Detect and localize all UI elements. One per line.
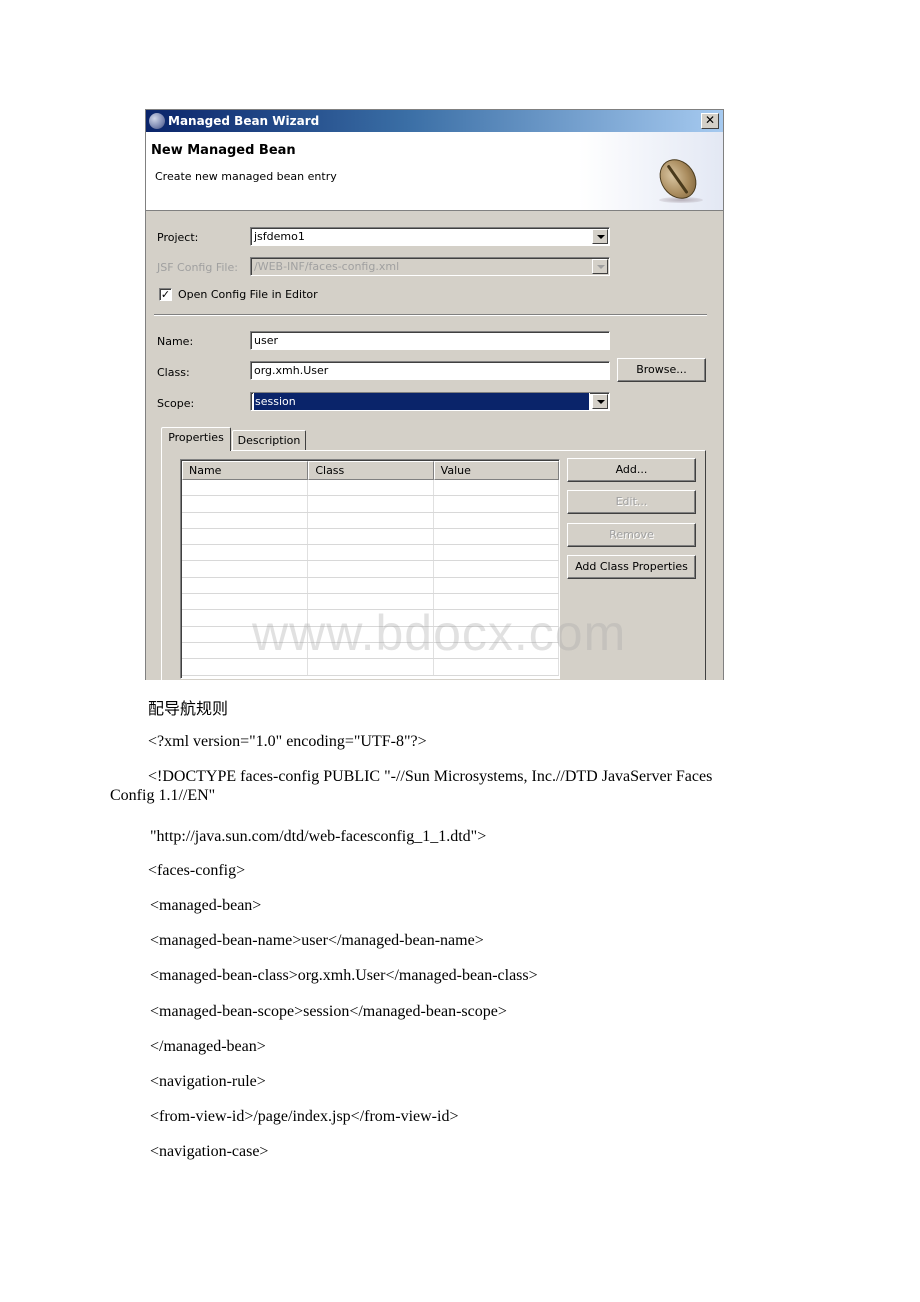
table-cell — [434, 528, 559, 545]
table-cell — [308, 561, 434, 577]
table-cell — [308, 577, 434, 594]
wizard-header: New Managed Bean Create new managed bean… — [146, 132, 723, 211]
code-line: <managed-bean-name>user</managed-bean-na… — [150, 932, 484, 949]
add-class-properties-button[interactable]: Add Class Properties — [567, 555, 696, 579]
close-button[interactable]: ✕ — [701, 113, 719, 129]
dialog-title: Managed Bean Wizard — [168, 114, 320, 128]
chevron-down-icon[interactable] — [592, 229, 608, 244]
checkmark-icon: ✓ — [160, 288, 171, 301]
name-value: user — [254, 334, 278, 347]
scope-combo[interactable]: session — [250, 392, 610, 411]
table-row[interactable] — [182, 528, 559, 546]
code-line: Config 1.1//EN" — [110, 787, 216, 804]
code-line: <navigation-rule> — [150, 1073, 266, 1090]
table-row[interactable] — [182, 577, 559, 595]
table-cell — [182, 577, 309, 594]
table-cell — [434, 496, 559, 512]
code-line: "http://java.sun.com/dtd/web-facesconfig… — [150, 828, 487, 845]
add-button[interactable]: Add... — [567, 458, 696, 482]
project-label: Project: — [157, 231, 199, 244]
table-cell — [434, 561, 559, 577]
code-line: <from-view-id>/page/index.jsp</from-view… — [150, 1108, 459, 1125]
tab-description[interactable]: Description — [232, 430, 306, 450]
table-cell — [308, 512, 434, 528]
open-in-editor-checkbox[interactable]: ✓ — [159, 288, 172, 301]
config-file-value: /WEB-INF/faces-config.xml — [254, 260, 400, 273]
code-line: <!DOCTYPE faces-config PUBLIC "-//Sun Mi… — [148, 768, 713, 785]
name-label: Name: — [157, 335, 194, 348]
table-row[interactable] — [182, 512, 559, 529]
table-header: Name Class Value — [182, 461, 559, 480]
table-cell — [182, 512, 309, 528]
table-row[interactable] — [182, 496, 559, 513]
code-line: <?xml version="1.0" encoding="UTF-8"?> — [148, 733, 427, 750]
table-cell — [182, 561, 309, 577]
title-bar: Managed Bean Wizard ✕ — [146, 110, 723, 132]
name-input[interactable]: user — [250, 331, 610, 350]
open-in-editor-label: Open Config File in Editor — [178, 288, 318, 301]
scope-label: Scope: — [157, 397, 195, 410]
class-input[interactable]: org.xmh.User — [250, 361, 610, 380]
table-row[interactable] — [182, 545, 559, 562]
separator — [154, 314, 707, 316]
table-cell — [182, 545, 309, 561]
close-icon: ✕ — [704, 113, 716, 127]
code-line: <navigation-case> — [150, 1143, 269, 1160]
code-line: <managed-bean> — [150, 897, 262, 914]
column-header-name[interactable]: Name — [182, 461, 309, 480]
table-cell — [434, 512, 559, 528]
edit-button[interactable]: Edit... — [567, 490, 696, 514]
class-label: Class: — [157, 366, 190, 379]
header-title: New Managed Bean — [151, 143, 296, 158]
browse-button[interactable]: Browse... — [617, 358, 706, 382]
code-line: <managed-bean-scope>session</managed-bea… — [150, 1003, 507, 1020]
chevron-down-icon[interactable] — [592, 394, 608, 409]
config-file-combo[interactable]: /WEB-INF/faces-config.xml — [250, 257, 610, 276]
table-cell — [182, 480, 309, 496]
header-subtitle: Create new managed bean entry — [155, 170, 337, 183]
table-cell — [308, 480, 434, 496]
chevron-down-icon[interactable] — [592, 259, 608, 274]
code-line: <faces-config> — [148, 862, 246, 879]
table-cell — [182, 496, 309, 512]
tab-properties[interactable]: Properties — [161, 427, 231, 451]
watermark: www.bdocx.com — [252, 605, 627, 661]
project-combo[interactable]: jsfdemo1 — [250, 227, 610, 246]
table-cell — [182, 528, 309, 545]
table-row[interactable] — [182, 561, 559, 578]
table-cell — [308, 545, 434, 561]
code-line: <managed-bean-class>org.xmh.User</manage… — [150, 967, 538, 984]
table-cell — [308, 496, 434, 512]
managed-bean-wizard-dialog: Managed Bean Wizard ✕ New Managed Bean C… — [145, 109, 724, 680]
config-file-label: JSF Config File: — [157, 261, 238, 274]
section-heading: 配导航规则 — [148, 701, 229, 718]
table-cell — [434, 480, 559, 496]
class-value: org.xmh.User — [254, 364, 329, 377]
eclipse-icon — [149, 113, 165, 129]
remove-button[interactable]: Remove — [567, 523, 696, 547]
table-cell — [434, 577, 559, 594]
column-header-class[interactable]: Class — [308, 461, 434, 480]
table-cell — [434, 545, 559, 561]
column-header-value[interactable]: Value — [433, 461, 559, 480]
code-line: </managed-bean> — [150, 1038, 266, 1055]
table-cell — [308, 528, 434, 545]
project-value: jsfdemo1 — [254, 230, 305, 243]
table-row[interactable] — [182, 480, 559, 497]
scope-value: session — [253, 393, 590, 410]
